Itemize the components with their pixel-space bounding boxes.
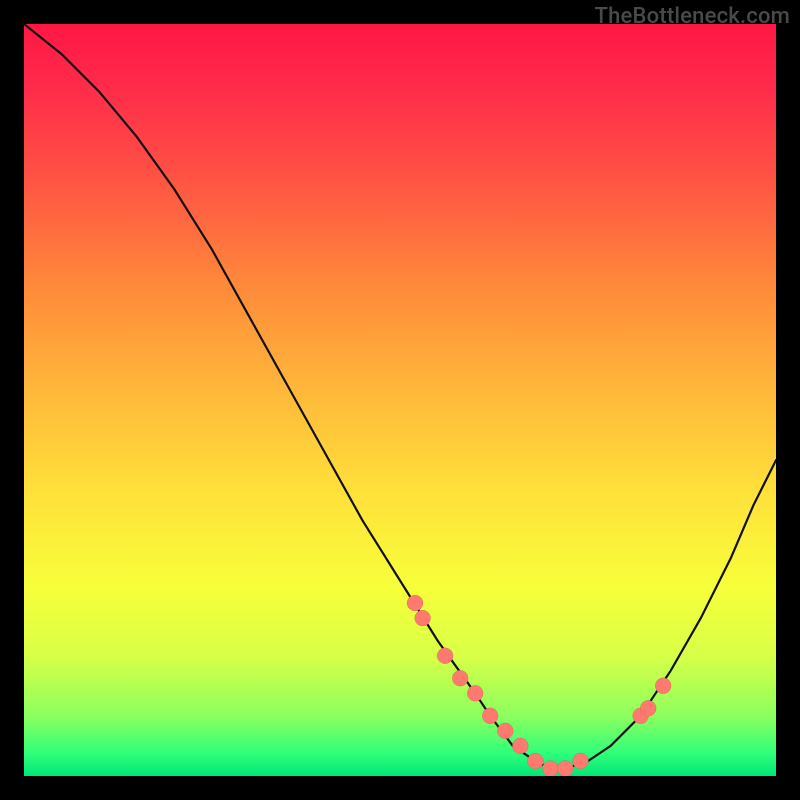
chart-background [24,24,776,776]
attribution-label: TheBottleneck.com [595,6,790,28]
